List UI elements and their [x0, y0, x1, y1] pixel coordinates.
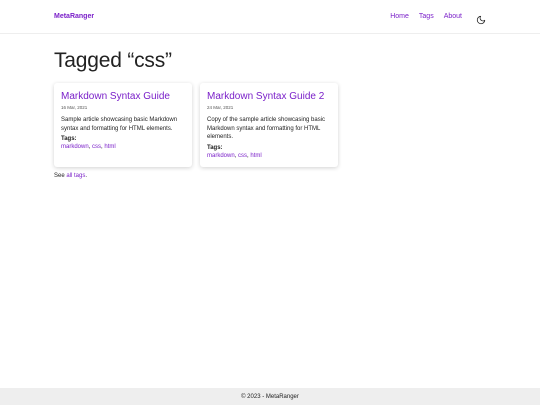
article-date: 24 Mar, 2021: [207, 105, 234, 110]
page-title: Tagged “css”: [54, 49, 172, 72]
site-footer: © 2023 - MetaRanger: [0, 388, 540, 405]
see-all-suffix: .: [85, 172, 88, 179]
article-title-link[interactable]: Markdown Syntax Guide 2: [207, 91, 331, 102]
tag-link-markdown[interactable]: markdown: [207, 153, 235, 159]
article-date: 16 Mar, 2021: [61, 105, 88, 110]
nav-home[interactable]: Home: [390, 13, 409, 20]
tag-link-css[interactable]: css: [92, 144, 101, 150]
article-title-link[interactable]: Markdown Syntax Guide: [61, 91, 185, 102]
main-nav: Home Tags About: [390, 12, 486, 24]
nav-tags[interactable]: Tags: [419, 13, 434, 20]
article-card: Markdown Syntax Guide 2 24 Mar, 2021 Cop…: [200, 83, 338, 167]
see-all-prefix: See: [54, 172, 67, 179]
tag-list: markdown, css, html: [207, 152, 262, 159]
tag-link-html[interactable]: html: [104, 144, 115, 150]
article-description: Sample article showcasing basic Markdown…: [61, 117, 178, 132]
article-list: Markdown Syntax Guide 16 Mar, 2021 Sampl…: [54, 83, 486, 167]
tags-label: Tags:: [61, 136, 77, 142]
article-card: Markdown Syntax Guide 16 Mar, 2021 Sampl…: [54, 83, 192, 167]
tag-link-css[interactable]: css: [238, 153, 247, 159]
tag-link-html[interactable]: html: [250, 153, 261, 159]
all-tags-link[interactable]: all tags: [66, 173, 85, 179]
footer-copyright: © 2023 - MetaRanger: [241, 393, 299, 400]
tag-link-markdown[interactable]: markdown: [61, 144, 89, 150]
brand-link[interactable]: MetaRanger: [54, 13, 94, 20]
nav-about[interactable]: About: [444, 13, 462, 20]
tag-list: markdown, css, html: [61, 144, 116, 150]
tags-label: Tags:: [207, 144, 223, 151]
moon-icon[interactable]: [476, 12, 486, 24]
see-all-tags: See all tags.: [54, 173, 486, 179]
site-header: MetaRanger Home Tags About: [0, 0, 540, 34]
main-content: Tagged “css” Markdown Syntax Guide 16 Ma…: [0, 49, 540, 179]
article-description: Copy of the sample article showcasing ba…: [207, 117, 326, 140]
